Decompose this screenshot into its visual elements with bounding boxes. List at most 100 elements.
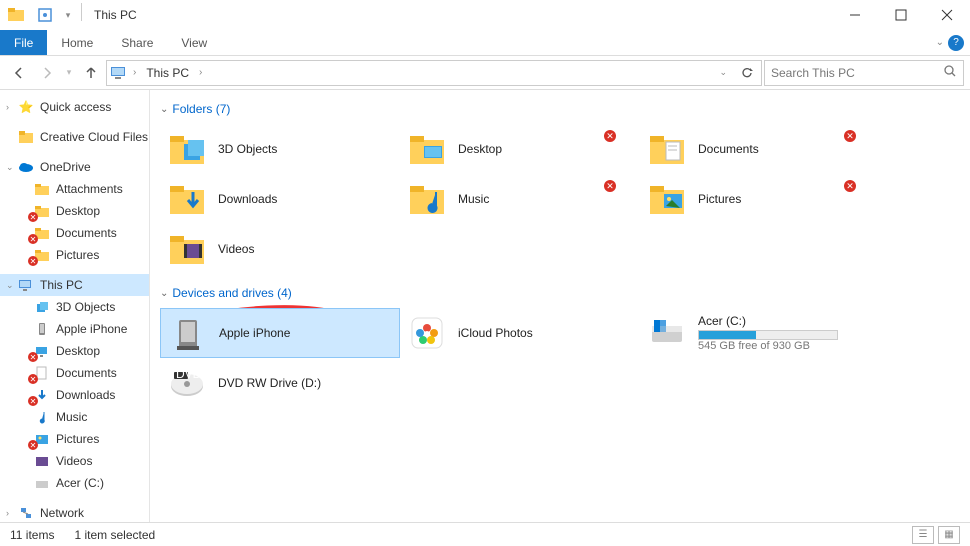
- sidebar-item[interactable]: 3D Objects: [0, 296, 149, 318]
- folder-icon: [646, 180, 688, 218]
- view-details-button[interactable]: ☰: [912, 526, 934, 544]
- folder-tile[interactable]: Desktop✕: [400, 124, 640, 174]
- sidebar-item[interactable]: Documents✕: [0, 222, 149, 244]
- sidebar-item-label: Documents: [56, 366, 117, 380]
- pc-icon: [109, 64, 129, 82]
- up-button[interactable]: [78, 60, 104, 86]
- sidebar-item[interactable]: Acer (C:): [0, 472, 149, 494]
- sidebar-network[interactable]: ›Network: [0, 502, 149, 522]
- address-bar[interactable]: › This PC › ⌄: [106, 60, 762, 86]
- help-icon[interactable]: ?: [948, 35, 964, 51]
- folder-icon: [406, 130, 448, 168]
- folder-icon: [166, 180, 208, 218]
- folder-tile[interactable]: 3D Objects: [160, 124, 400, 174]
- tile-label: DVD RW Drive (D:): [218, 376, 321, 390]
- sidebar-item-label: Documents: [56, 226, 117, 240]
- status-selected: 1 item selected: [74, 528, 155, 542]
- error-badge-icon: ✕: [844, 130, 856, 142]
- refresh-button[interactable]: [735, 66, 759, 80]
- search-icon: [943, 64, 957, 81]
- error-badge-icon: ✕: [28, 374, 38, 384]
- folder-tile[interactable]: Videos: [160, 224, 400, 274]
- sidebar-item[interactable]: Attachments: [0, 178, 149, 200]
- device-tile[interactable]: Apple iPhone: [160, 308, 400, 358]
- disclosure-icon: ⌄: [160, 104, 168, 115]
- tile-label: Downloads: [218, 192, 277, 206]
- tab-view[interactable]: View: [167, 30, 221, 55]
- folder-tile[interactable]: Pictures✕: [640, 174, 880, 224]
- tile-label: 3D Objects: [218, 142, 277, 156]
- view-tiles-button[interactable]: ▦: [938, 526, 960, 544]
- device-tile[interactable]: DVD DVD RW Drive (D:): [160, 358, 400, 408]
- drive-free-text: 545 GB free of 930 GB: [698, 340, 838, 352]
- sidebar-item-label: Videos: [56, 454, 92, 468]
- recent-locations-button[interactable]: ▾: [62, 60, 76, 86]
- star-icon: ⭐: [18, 99, 34, 115]
- tile-label: iCloud Photos: [458, 326, 533, 340]
- disclosure-icon: ⌄: [160, 288, 168, 299]
- chevron-icon[interactable]: ›: [133, 67, 136, 78]
- search-input[interactable]: Search This PC: [764, 60, 964, 86]
- content-pane: ⌄Folders (7) 3D Objects Desktop✕Documents…: [150, 90, 970, 522]
- drive-usage-bar: [698, 330, 838, 340]
- back-button[interactable]: [6, 60, 32, 86]
- breadcrumb[interactable]: This PC: [140, 66, 195, 80]
- minimize-button[interactable]: [832, 0, 878, 30]
- address-dropdown-icon[interactable]: ⌄: [715, 67, 731, 78]
- error-badge-icon: ✕: [28, 352, 38, 362]
- device-tile[interactable]: Acer (C:)545 GB free of 930 GB: [640, 308, 880, 358]
- error-badge-icon: ✕: [28, 440, 38, 450]
- group-devices-header[interactable]: ⌄Devices and drives (4): [160, 286, 960, 300]
- sidebar-item[interactable]: Documents ✕: [0, 362, 149, 384]
- item-icon: [34, 299, 50, 315]
- error-badge-icon: ✕: [604, 180, 616, 192]
- item-icon: [34, 321, 50, 337]
- sidebar-item[interactable]: Desktop ✕: [0, 340, 149, 362]
- close-button[interactable]: [924, 0, 970, 30]
- creative-cloud-icon: [18, 129, 34, 145]
- tab-home[interactable]: Home: [47, 30, 107, 55]
- group-folders-header[interactable]: ⌄Folders (7): [160, 102, 960, 116]
- sidebar-item[interactable]: Apple iPhone: [0, 318, 149, 340]
- search-placeholder: Search This PC: [771, 66, 855, 80]
- sidebar-item[interactable]: Pictures✕: [0, 244, 149, 266]
- sidebar-item-label: 3D Objects: [56, 300, 115, 314]
- status-items: 11 items: [10, 528, 54, 542]
- folder-tile[interactable]: Documents✕: [640, 124, 880, 174]
- sidebar-item[interactable]: Music: [0, 406, 149, 428]
- sidebar-quick-access[interactable]: ›⭐Quick access: [0, 96, 149, 118]
- device-icon: [406, 314, 448, 352]
- sidebar-item[interactable]: Downloads✕: [0, 384, 149, 406]
- maximize-button[interactable]: [878, 0, 924, 30]
- folder-tile[interactable]: Downloads: [160, 174, 400, 224]
- sidebar-creative-cloud[interactable]: Creative Cloud Files: [0, 126, 149, 148]
- sidebar-item-label: Acer (C:): [56, 476, 104, 490]
- sidebar-this-pc[interactable]: ⌄This PC: [0, 274, 149, 296]
- item-icon: [34, 181, 50, 197]
- sidebar-item-label: Pictures: [56, 432, 99, 446]
- onedrive-icon: [18, 159, 34, 175]
- tile-label: Videos: [218, 242, 254, 256]
- tab-share[interactable]: Share: [107, 30, 167, 55]
- item-icon: [34, 409, 50, 425]
- chevron-icon[interactable]: ›: [199, 67, 202, 78]
- sidebar-item-label: Desktop: [56, 344, 100, 358]
- pc-icon: [18, 277, 34, 293]
- folder-icon: [166, 230, 208, 268]
- folder-icon: [646, 130, 688, 168]
- qa-dropdown-icon[interactable]: ▾: [60, 3, 76, 27]
- sidebar-item-label: Desktop: [56, 204, 100, 218]
- sidebar-onedrive[interactable]: ⌄OneDrive: [0, 156, 149, 178]
- qa-properties-icon[interactable]: [31, 3, 59, 27]
- tab-file[interactable]: File: [0, 30, 47, 55]
- tile-label: Pictures: [698, 192, 741, 206]
- sidebar-item-label: Apple iPhone: [56, 322, 127, 336]
- device-tile[interactable]: iCloud Photos: [400, 308, 640, 358]
- ribbon-collapse-icon[interactable]: ⌄: [936, 37, 944, 48]
- sidebar-item[interactable]: Desktop✕: [0, 200, 149, 222]
- folder-tile[interactable]: Music✕: [400, 174, 640, 224]
- forward-button[interactable]: [34, 60, 60, 86]
- sidebar-item[interactable]: Videos: [0, 450, 149, 472]
- svg-text:DVD: DVD: [176, 367, 202, 381]
- sidebar-item[interactable]: Pictures ✕: [0, 428, 149, 450]
